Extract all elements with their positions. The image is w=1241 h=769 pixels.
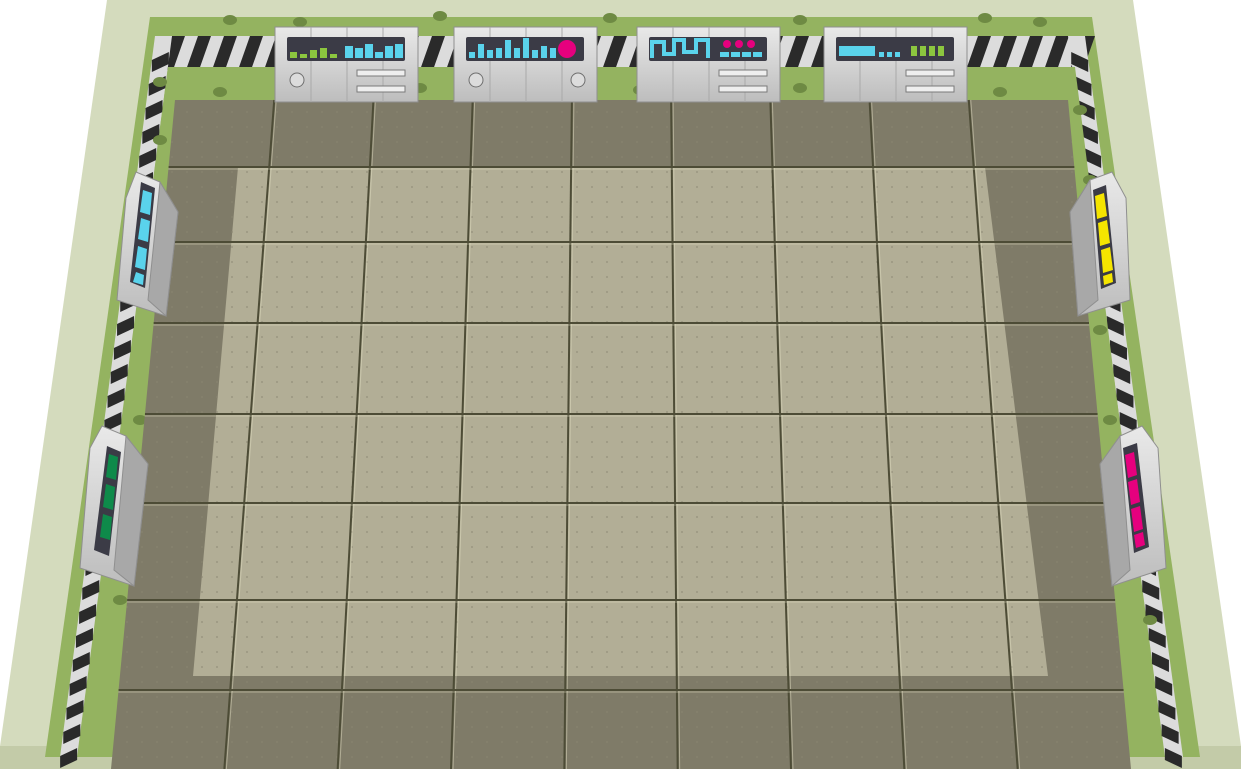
knob-icon[interactable]	[468, 72, 484, 88]
screen-bar	[929, 46, 935, 56]
screen-bar	[300, 54, 307, 58]
moss-spot	[1033, 17, 1047, 27]
moss-spot	[213, 87, 227, 97]
screen-bar	[523, 38, 529, 58]
knob-icon[interactable]	[570, 72, 586, 88]
moss-spot	[433, 11, 447, 21]
game-room	[0, 0, 1241, 769]
moss-spot	[793, 83, 807, 93]
screen-bar	[320, 48, 327, 58]
screen-bar	[911, 46, 917, 56]
screen-bar	[469, 52, 475, 58]
screen-bar	[478, 44, 484, 58]
console-slot	[718, 69, 768, 77]
console-slot	[905, 69, 955, 77]
screen-bar	[330, 54, 337, 58]
screen-bar	[395, 44, 403, 58]
screen-dot	[723, 40, 731, 48]
screen-bar	[496, 48, 502, 58]
console-top-4[interactable]	[823, 26, 968, 103]
moss-spot	[223, 15, 237, 25]
screen-bar	[375, 52, 383, 58]
screen-pie	[558, 40, 576, 58]
screen-bar	[920, 46, 926, 56]
screen-bar	[938, 46, 944, 56]
moss-spot	[1073, 105, 1087, 115]
screen-cell	[720, 52, 729, 57]
screen-cell	[879, 52, 884, 57]
screen-bar	[514, 48, 520, 58]
console-right-lower[interactable]	[1099, 425, 1167, 588]
moss-spot	[1103, 415, 1117, 425]
screen-bar	[365, 44, 373, 58]
screen-dot	[747, 40, 755, 48]
moss-spot	[978, 13, 992, 23]
console-top-1[interactable]	[274, 26, 419, 103]
console-top-2[interactable]	[453, 26, 598, 103]
console-slot	[718, 85, 768, 93]
room-svg	[0, 0, 1241, 769]
screen-cell	[753, 52, 762, 57]
moss-spot	[793, 15, 807, 25]
moss-spot	[293, 17, 307, 27]
screen-block	[839, 46, 875, 56]
moss-spot	[1143, 615, 1157, 625]
screen-bar	[532, 50, 538, 58]
screen-bar	[310, 50, 317, 58]
moss-spot	[153, 77, 167, 87]
moss-spot	[113, 595, 127, 605]
moss-spot	[1093, 325, 1107, 335]
screen-bar	[541, 46, 547, 58]
moss-spot	[993, 87, 1007, 97]
console-slot	[905, 85, 955, 93]
moss-spot	[153, 135, 167, 145]
screen-cell	[895, 52, 900, 57]
knob-icon[interactable]	[289, 72, 305, 88]
screen-bar	[505, 40, 511, 58]
console-top-3[interactable]	[636, 26, 781, 103]
moss-spot	[603, 13, 617, 23]
screen-bar	[550, 48, 556, 58]
console-slot	[356, 69, 406, 77]
screen-cell	[731, 52, 740, 57]
screen-cell	[742, 52, 751, 57]
screen-bar	[345, 46, 353, 58]
screen-bar	[355, 48, 363, 58]
console-slot	[356, 85, 406, 93]
screen-dot	[735, 40, 743, 48]
screen-cell	[887, 52, 892, 57]
screen-bar	[487, 50, 493, 58]
screen-bar	[385, 46, 393, 58]
screen-bar	[290, 52, 297, 58]
